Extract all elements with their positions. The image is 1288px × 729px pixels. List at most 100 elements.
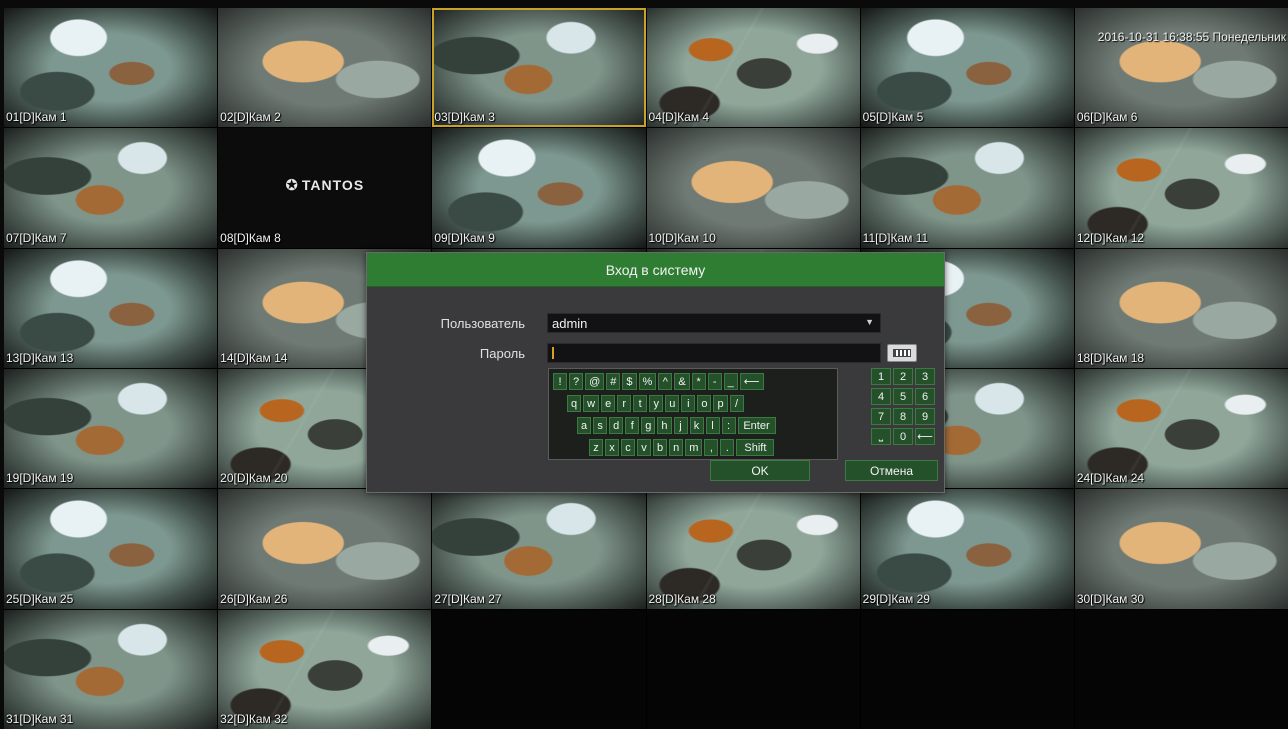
keyboard-key[interactable]: i (681, 395, 696, 412)
camera-tile[interactable]: 19[D]Кам 19 (4, 369, 218, 489)
keyboard-key[interactable]: ? (569, 373, 584, 390)
keyboard-key[interactable]: a (577, 417, 592, 434)
keyboard-key[interactable]: o (697, 395, 712, 412)
camera-tile[interactable]: 31[D]Кам 31 (4, 609, 218, 729)
keyboard-key[interactable]: - (707, 373, 722, 390)
keyboard-key[interactable]: n (669, 439, 684, 456)
keyboard-toggle-button[interactable] (887, 344, 917, 362)
keyboard-key[interactable]: e (601, 395, 616, 412)
camera-label: 31[D]Кам 31 (6, 712, 74, 726)
keyboard-key[interactable]: y (649, 395, 664, 412)
keyboard-key[interactable]: * (691, 373, 706, 390)
camera-tile[interactable]: 32[D]Кам 32 (218, 609, 432, 729)
keyboard-key[interactable]: v (637, 439, 651, 456)
keyboard-key[interactable]: d (609, 417, 624, 434)
camera-tile[interactable] (646, 609, 860, 729)
keyboard-key[interactable]: , (704, 439, 719, 456)
keyboard-key[interactable]: / (729, 395, 744, 412)
camera-tile[interactable]: 18[D]Кам 18 (1074, 248, 1288, 368)
camera-tile[interactable]: 24[D]Кам 24 (1074, 369, 1288, 489)
keyboard-key[interactable]: u (665, 395, 680, 412)
text-caret (552, 347, 554, 359)
keyboard-key[interactable]: x (605, 439, 619, 456)
keyboard-key[interactable]: # (606, 373, 621, 390)
keyboard-key[interactable]: p (713, 395, 728, 412)
camera-label: 19[D]Кам 19 (6, 471, 74, 486)
user-select[interactable]: admin ▼ (547, 313, 881, 333)
camera-timestamp: 2016-10-31 16:38:55 Понедельник (1097, 30, 1286, 44)
camera-tile[interactable]: 01[D]Кам 1 (4, 8, 218, 128)
keyboard-row4: z x c v b n m,. Shift (589, 439, 775, 456)
camera-tile[interactable]: 25[D]Кам 25 (4, 489, 218, 609)
keyboard-key[interactable]: h (657, 417, 672, 434)
camera-tile[interactable]: 12[D]Кам 12 (1074, 128, 1288, 248)
numpad-key[interactable]: 4 (871, 388, 891, 405)
keyboard-key[interactable]: f (625, 417, 640, 434)
ok-button[interactable]: OK (710, 460, 810, 481)
keyboard-key[interactable]: Shift (736, 439, 775, 456)
camera-tile[interactable] (1074, 609, 1288, 729)
keyboard-key[interactable]: c (621, 439, 635, 456)
keyboard-key[interactable]: ⟵ (739, 373, 764, 390)
camera-label: 26[D]Кам 26 (220, 591, 288, 606)
numpad-key[interactable]: 0 (893, 428, 913, 445)
keyboard-key[interactable]: ! (553, 373, 567, 390)
camera-tile[interactable]: 03[D]Кам 3 (432, 8, 646, 128)
numpad-key[interactable]: 6 (915, 388, 935, 405)
keyboard-key[interactable]: : (721, 417, 736, 434)
keyboard-key[interactable]: & (674, 373, 690, 390)
camera-tile[interactable]: 06[D]Кам 6 2016-10-31 16:38:55 Понедельни… (1074, 8, 1288, 128)
keyboard-key[interactable]: m (685, 439, 703, 456)
keyboard-key[interactable]: @ (585, 373, 605, 390)
numpad-key[interactable]: 5 (893, 388, 913, 405)
keyboard-key[interactable]: t (633, 395, 648, 412)
camera-tile[interactable]: 09[D]Кам 9 (432, 128, 646, 248)
camera-tile[interactable]: 28[D]Кам 28 (646, 489, 860, 609)
camera-tile[interactable]: 27[D]Кам 27 (432, 489, 646, 609)
camera-tile[interactable]: 04[D]Кам 4 (646, 8, 860, 128)
camera-tile[interactable]: 13[D]Кам 13 (4, 248, 218, 368)
keyboard-key[interactable]: l (705, 417, 720, 434)
keyboard-key[interactable]: ^ (658, 373, 673, 390)
camera-tile[interactable]: 11[D]Кам 11 (860, 128, 1074, 248)
keyboard-key[interactable]: q (567, 395, 582, 412)
keyboard-key[interactable]: $ (622, 373, 637, 390)
numpad-key[interactable]: 3 (915, 368, 935, 385)
camera-tile[interactable] (860, 609, 1074, 729)
dialog-header: Вход в систему (367, 253, 944, 287)
keyboard-key[interactable]: g (641, 417, 656, 434)
password-input[interactable] (547, 343, 881, 363)
camera-tile[interactable]: 05[D]Кам 5 (860, 8, 1074, 128)
camera-tile[interactable]: 10[D]Кам 10 (646, 128, 860, 248)
camera-label: 04[D]Кам 4 (648, 110, 710, 125)
numpad-row: 123 (871, 368, 941, 385)
keyboard-key[interactable]: s (593, 417, 608, 434)
numpad-key[interactable]: 9 (915, 408, 935, 425)
camera-tile[interactable]: 02[D]Кам 2 (218, 8, 432, 128)
numpad-key[interactable]: ⎵ (871, 428, 891, 445)
camera-tile[interactable] (432, 609, 646, 729)
keyboard-key[interactable]: . (720, 439, 735, 456)
camera-tile[interactable]: 30[D]Кам 30 (1074, 489, 1288, 609)
keyboard-key[interactable]: j (673, 417, 688, 434)
chevron-down-icon: ▼ (865, 317, 874, 327)
keyboard-key[interactable]: % (638, 373, 657, 390)
keyboard-key[interactable]: _ (723, 373, 738, 390)
keyboard-key[interactable]: z (589, 439, 603, 456)
camera-tile[interactable]: 07[D]Кам 7 (4, 128, 218, 248)
numpad-key[interactable]: 2 (893, 368, 913, 385)
keyboard-key[interactable]: r (617, 395, 632, 412)
numpad-key[interactable]: ⟵ (915, 428, 935, 445)
keyboard-key[interactable]: k (689, 417, 704, 434)
keyboard-key[interactable]: Enter (737, 417, 776, 434)
numpad-key[interactable]: 8 (893, 408, 913, 425)
keyboard-key[interactable]: w (583, 395, 600, 412)
camera-label: 29[D]Кам 29 (862, 591, 930, 606)
camera-tile[interactable]: ✪ TANTOS 08[D]Кам 8 (218, 128, 432, 248)
numpad-key[interactable]: 7 (871, 408, 891, 425)
keyboard-key[interactable]: b (653, 439, 668, 456)
camera-tile[interactable]: 29[D]Кам 29 (860, 489, 1074, 609)
numpad-key[interactable]: 1 (871, 368, 891, 385)
camera-tile[interactable]: 26[D]Кам 26 (218, 489, 432, 609)
cancel-button[interactable]: Отмена (845, 460, 938, 481)
